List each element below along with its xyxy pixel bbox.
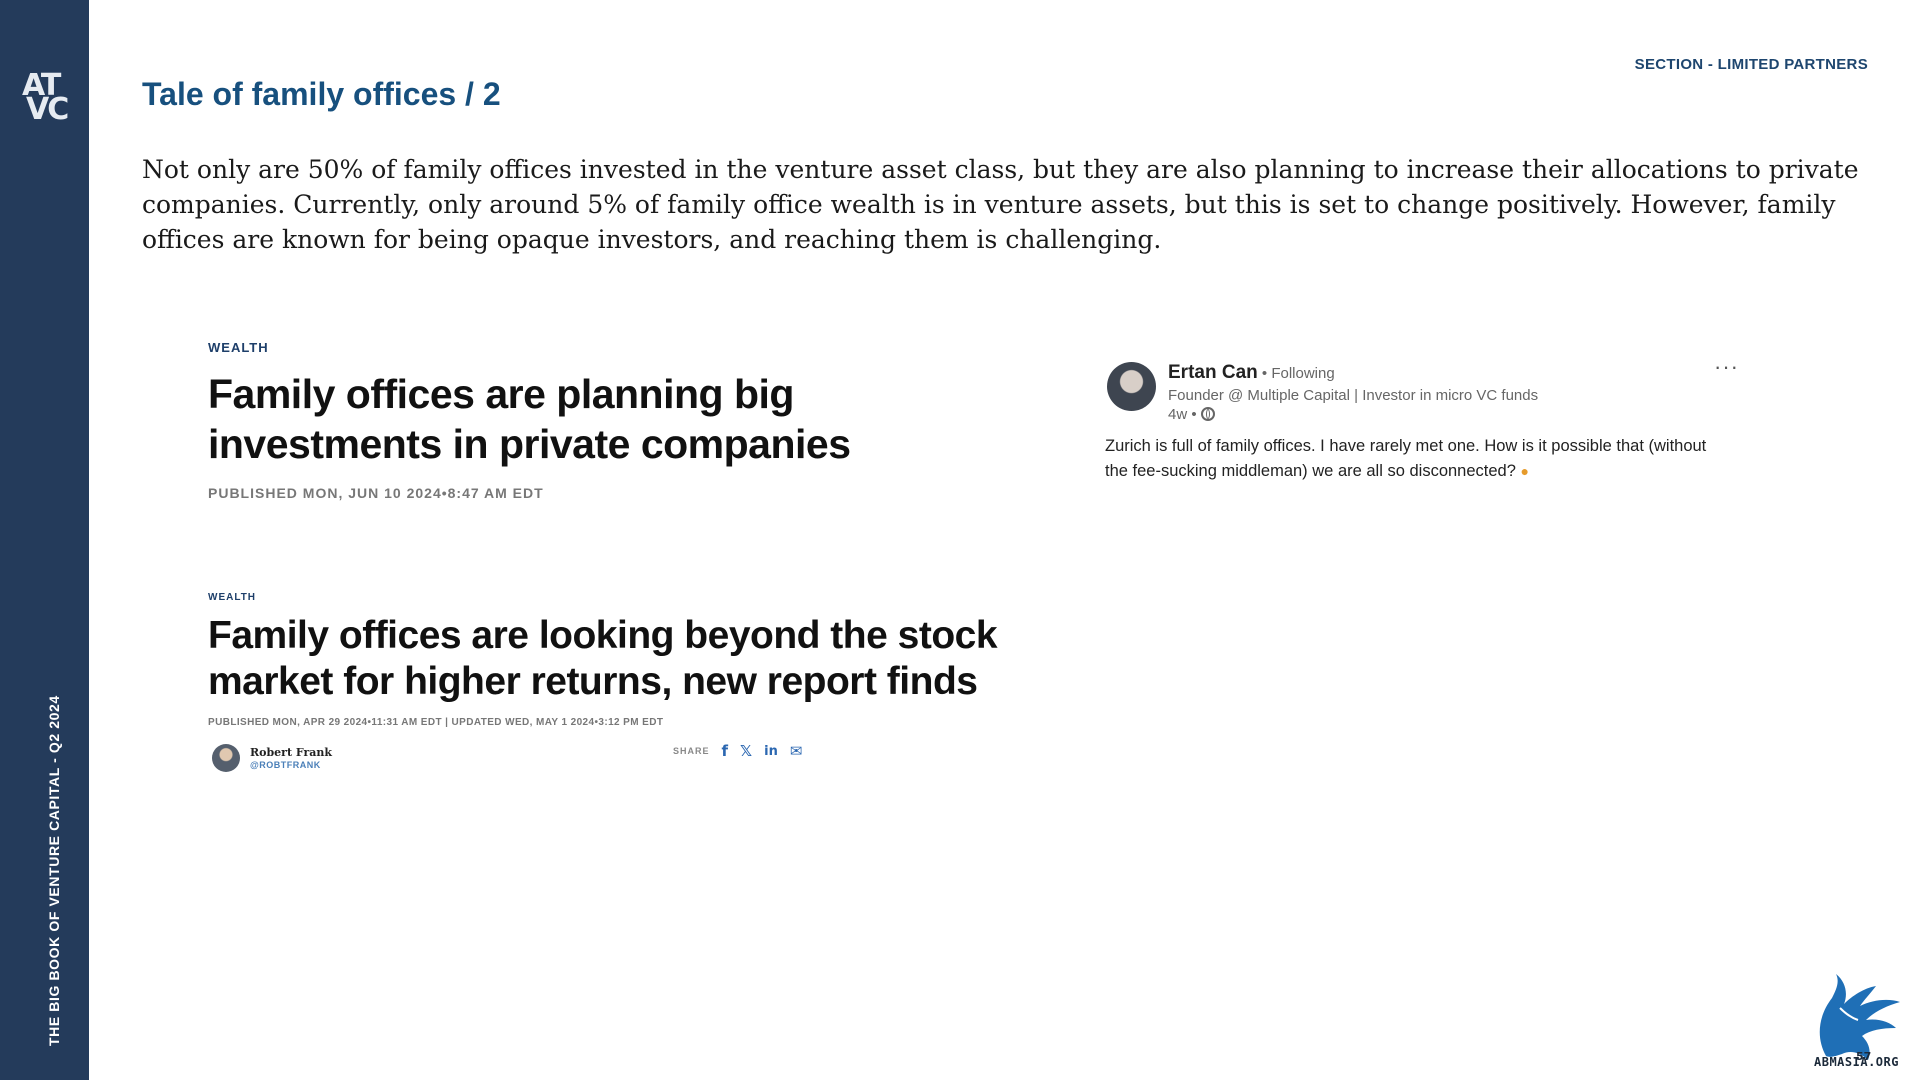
- sidebar-vertical-text: THE BIG BOOK OF VENTURE CAPITAL - Q2 202…: [46, 695, 62, 1046]
- post-age: 4w •: [1168, 406, 1215, 423]
- section-label: SECTION - LIMITED PARTNERS: [1634, 56, 1868, 73]
- share-bar: SHARE f 𝕏 in ✉: [673, 742, 802, 760]
- sidebar: AT VC THE BIG BOOK OF VENTURE CAPITAL - …: [0, 0, 89, 1080]
- eagle-logo: 57: [1819, 974, 1900, 1063]
- atvc-logo: AT VC: [22, 71, 69, 130]
- article-kicker: WEALTH: [208, 592, 257, 603]
- more-options-icon: ···: [1714, 354, 1739, 379]
- article-published-date: PUBLISHED MON, APR 29 2024•11:31 AM EDT …: [208, 717, 664, 728]
- globe-icon: [1200, 407, 1215, 421]
- eagle-logo-caption: ABMASIA.ORG: [1814, 1055, 1899, 1069]
- intro-paragraph: Not only are 50% of family offices inves…: [142, 155, 1859, 254]
- page-title: Tale of family offices / 2: [142, 76, 501, 112]
- article-byline: Robert Frank @ROBTFRANK SHARE f 𝕏 in ✉: [208, 740, 1028, 776]
- email-icon: ✉: [789, 742, 803, 760]
- post-following-status: • Following: [1257, 365, 1335, 382]
- post-author-name: Ertan Can • Following: [1168, 362, 1335, 384]
- article-published-date: PUBLISHED MON, JUN 10 2024•8:47 AM EDT: [208, 485, 544, 501]
- author-name: Robert Frank: [250, 746, 333, 759]
- article-headline: Family offices are planning big investme…: [208, 371, 851, 467]
- article-kicker: WEALTH: [208, 340, 269, 355]
- article-headline: Family offices are looking beyond the st…: [208, 614, 998, 703]
- article-card-1: WEALTH Family offices are planning big i…: [208, 340, 968, 501]
- share-label: SHARE: [673, 746, 710, 756]
- emoji-icon: ●: [1520, 463, 1529, 479]
- facebook-icon: f: [721, 742, 729, 760]
- article-card-2: WEALTH Family offices are looking beyond…: [208, 592, 1028, 776]
- logo-line-2: VC: [26, 92, 69, 127]
- post-age-text: 4w •: [1168, 406, 1197, 423]
- post-text-body: Zurich is full of family offices. I have…: [1105, 437, 1707, 480]
- linkedin-icon: in: [764, 743, 778, 759]
- x-icon: 𝕏: [740, 742, 753, 760]
- post-text: Zurich is full of family offices. I have…: [1105, 434, 1725, 484]
- author-handle: @ROBTFRANK: [250, 760, 321, 770]
- author-avatar: [212, 744, 240, 772]
- post-author-headline: Founder @ Multiple Capital | Investor in…: [1168, 387, 1539, 404]
- post-author-avatar: [1107, 362, 1156, 411]
- post-author-name-text: Ertan Can: [1168, 362, 1258, 383]
